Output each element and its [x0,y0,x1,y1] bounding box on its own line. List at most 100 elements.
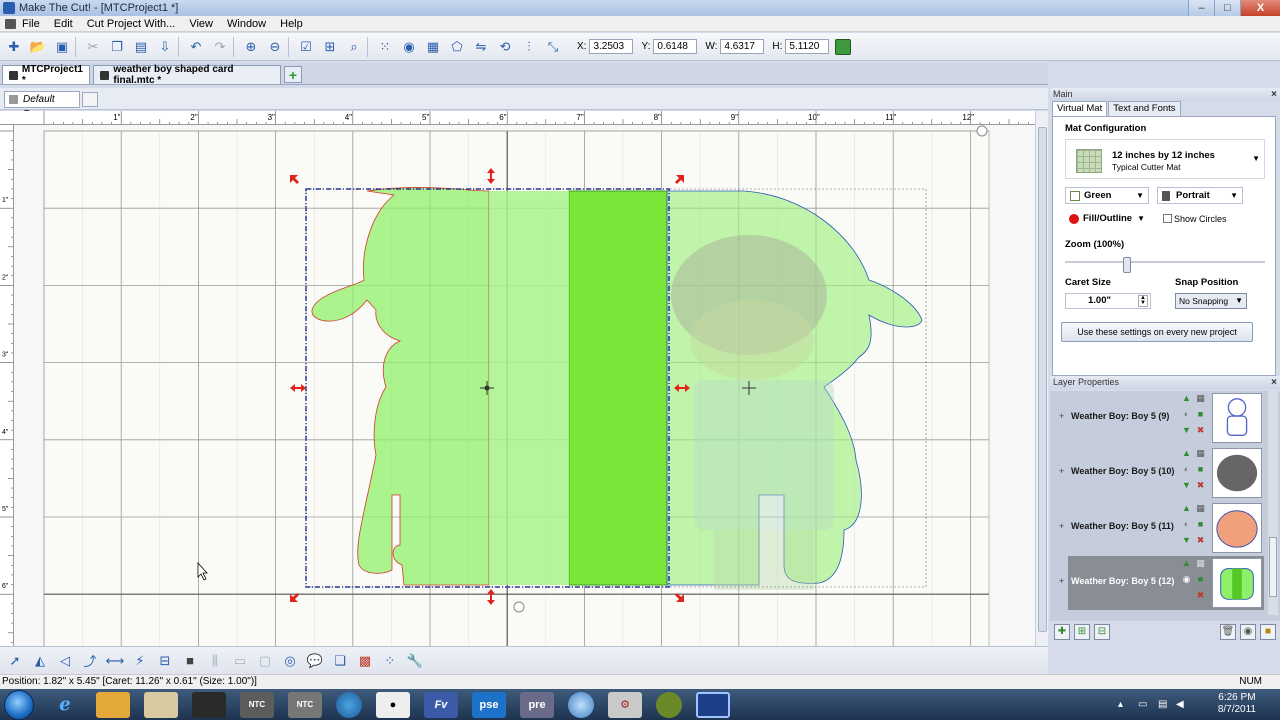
grid-icon[interactable]: ⁙ [375,37,395,57]
menu-window[interactable]: Window [220,18,273,30]
pse-icon[interactable]: pse [472,691,506,718]
flip-horizontal-icon[interactable]: ◁ [55,651,75,671]
layers-icon[interactable]: ❏ [330,651,350,671]
caret-size-field[interactable]: 1.00" ▲ ▼ [1065,293,1151,309]
snap-position-dropdown[interactable]: No Snapping ▼ [1175,293,1247,309]
orientation-dropdown[interactable]: Portrait ▼ [1157,187,1243,204]
zoom-window-icon[interactable]: ⌕ [344,37,364,57]
slice-icon[interactable]: ⚡ [130,651,150,671]
lock-aspect-icon[interactable] [835,38,852,55]
undo-icon[interactable]: ↶ [186,37,206,57]
save-icon[interactable]: ▣ [52,37,72,57]
flip-icon[interactable]: ⇋ [471,37,491,57]
close-button[interactable]: X [1240,0,1280,16]
layer-row-selected[interactable]: + Weather Boy: Boy 5 (12) ▲ ▦ ◉ ■ ✖ [1059,556,1264,610]
move-up-icon[interactable]: ▲ [1181,503,1192,514]
grid-tool-icon[interactable]: ⁘ [380,651,400,671]
y-field[interactable]: 0.6148 [653,39,698,54]
explorer-icon[interactable] [144,691,178,718]
grid-icon[interactable]: ▦ [1195,448,1206,459]
expand-icon[interactable]: + [1059,466,1064,476]
expand-icon[interactable]: + [1059,521,1064,531]
lock-icon[interactable]: ■ [1195,464,1206,475]
spinner-icon[interactable]: ▲ ▼ [1138,295,1148,307]
import-icon[interactable]: ⇩ [155,37,175,57]
group-icon[interactable]: ⊟ [155,651,175,671]
slider-knob[interactable] [1123,257,1131,273]
tab-text-and-fonts[interactable]: Text and Fonts [1108,101,1181,116]
network-icon[interactable]: ▤ [1158,699,1170,711]
maximize-button[interactable]: □ [1214,0,1240,16]
cut-machine-icon[interactable]: ◉ [399,37,419,57]
panda-icon[interactable]: ● [376,691,410,718]
hat-icon[interactable] [192,691,226,718]
shape-icon[interactable]: ⬠ [447,37,467,57]
eye-icon[interactable]: ◐ [1181,409,1192,420]
document-icon[interactable] [5,19,16,29]
align-tool-icon[interactable]: ⫼ [205,651,225,671]
mat-config-dropdown[interactable]: 12 inches by 12 inches Typical Cutter Ma… [1065,139,1265,179]
eye-icon[interactable]: ◉ [1181,574,1192,585]
duplicate-layer-icon[interactable]: ⊞ [1074,624,1090,640]
close-icon[interactable]: × [1271,88,1277,101]
paste-icon[interactable]: ▤ [131,37,151,57]
align-icon[interactable]: ⫶ [519,37,539,57]
scroll-thumb[interactable] [1038,127,1047,632]
delete-icon[interactable]: ✖ [1195,590,1206,601]
lock-icon[interactable]: ■ [1195,409,1206,420]
rotate-tool-icon[interactable]: ⤴ [80,651,100,671]
move-down-icon[interactable]: ▼ [1181,425,1192,436]
menu-help[interactable]: Help [273,18,310,30]
itunes-icon[interactable] [568,691,594,718]
tray-device-icon[interactable]: ▭ [1138,699,1150,711]
delete-icon[interactable]: ✖ [1195,480,1206,491]
eye-icon[interactable]: ◐ [1181,464,1192,475]
redo-icon[interactable]: ↷ [210,37,230,57]
eye-icon[interactable]: ◐ [1181,519,1192,530]
folder-icon[interactable] [96,691,130,718]
trash-icon[interactable]: 🗑 [1220,624,1236,640]
trace-icon[interactable]: ▦ [423,37,443,57]
tab-default-page[interactable]: Default Page [4,91,80,120]
menu-edit[interactable]: Edit [47,18,80,30]
virtual-mat[interactable] [14,125,1035,646]
grid-icon[interactable]: ▦ [1195,393,1206,404]
move-up-icon[interactable]: ▲ [1181,558,1192,569]
layer-row[interactable]: + Weather Boy: Boy 5 (11) ▲ ▦ ◐ ■ ▼ ✖ [1059,501,1264,555]
expand-icon[interactable]: + [1059,411,1064,421]
shadow-icon[interactable]: ▭ [230,651,250,671]
menu-view[interactable]: View [182,18,220,30]
start-button[interactable] [4,689,34,720]
grid-icon[interactable]: ▦ [1195,503,1206,514]
zoom-slider[interactable] [1065,257,1265,273]
fill-outline-dropdown[interactable]: Fill/Outline ▼ [1065,211,1149,228]
fill-block-icon[interactable]: ■ [180,651,200,671]
use-settings-button[interactable]: Use these settings on every new project [1061,322,1253,342]
move-up-icon[interactable]: ▲ [1181,448,1192,459]
mtc-active-icon[interactable]: NTC [288,691,322,718]
move-up-icon[interactable]: ▲ [1181,393,1192,404]
select-tool-icon[interactable]: ➚ [5,651,25,671]
fv-icon[interactable]: Fv [424,691,458,718]
open-icon[interactable]: 📂 [28,37,48,57]
vertical-scrollbar[interactable] [1035,111,1048,646]
move-down-icon[interactable]: ▼ [1181,535,1192,546]
frame-icon[interactable]: ▢ [255,651,275,671]
minimize-button[interactable]: – [1188,0,1214,16]
badge-icon[interactable] [656,691,682,718]
zoom-out-icon[interactable]: ⊖ [265,37,285,57]
layer-scrollbar[interactable] [1268,391,1278,615]
layer-row[interactable]: + Weather Boy: Boy 5 (10) ▲ ▦ ◐ ■ ▼ ✖ [1059,446,1264,500]
add-page-button[interactable] [82,92,98,107]
cut-icon[interactable]: ✂ [83,37,103,57]
copy-icon[interactable]: ❐ [107,37,127,57]
w-field[interactable]: 4.6317 [720,39,765,54]
weld-icon[interactable]: ⟷ [105,651,125,671]
view-icon[interactable]: ◉ [1240,624,1256,640]
canvas-area[interactable]: 1" 2" 3" 4" 5" 6" 7" 8" 9" 10" 11" 12" 1" 2" 3" 4" 5" 6" [0,111,1048,646]
tab-weather-boy[interactable]: weather boy shaped card final.mtc * [93,64,281,86]
flip-vertical-icon[interactable]: ◭ [30,651,50,671]
boy-shape-card[interactable] [311,187,923,590]
merge-layer-icon[interactable]: ⊟ [1094,624,1110,640]
check-icon[interactable]: ☑ [296,37,316,57]
